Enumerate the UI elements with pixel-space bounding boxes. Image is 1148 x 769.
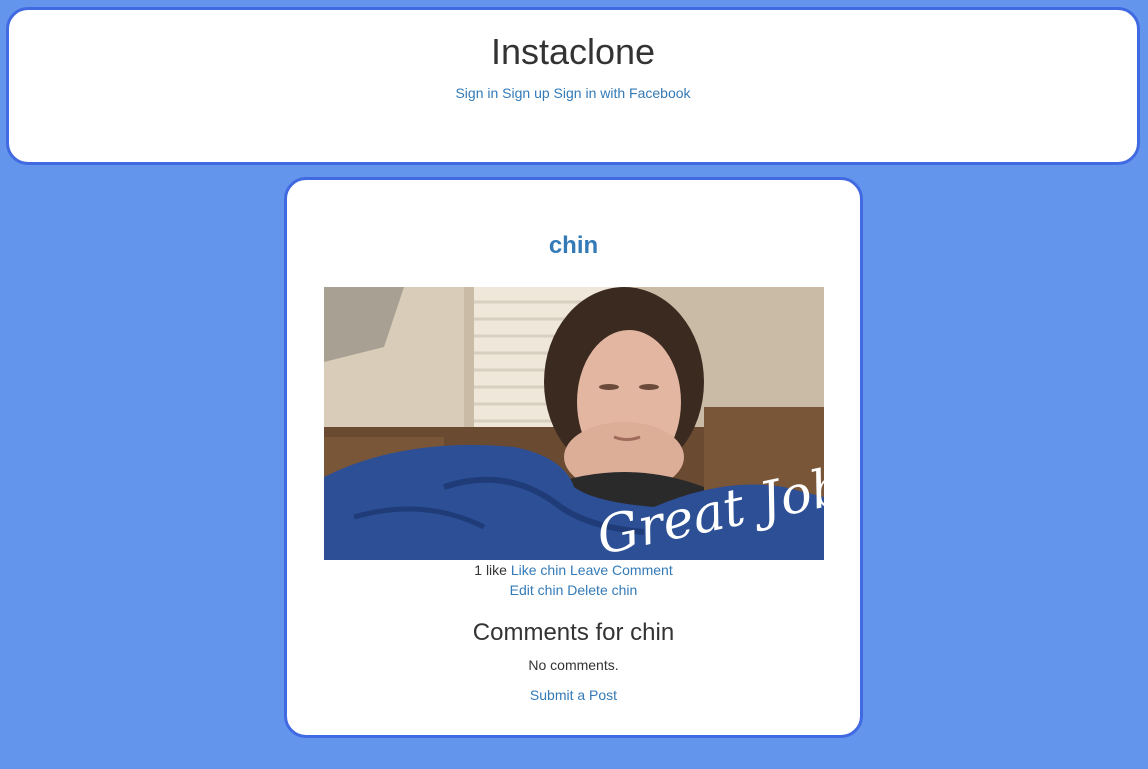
post-title-link[interactable]: chin <box>287 180 860 261</box>
site-header: Instaclone Sign in Sign up Sign in with … <box>6 7 1140 165</box>
post-photo: Great Job! <box>323 287 824 560</box>
no-comments-text: No comments. <box>528 657 619 673</box>
post-owner-actions-row: Edit chin Delete chin <box>287 580 860 600</box>
post-card: chin Great Job! 1 like Like chin Leave C… <box>284 177 863 738</box>
like-link[interactable]: Like chin <box>511 562 566 578</box>
likes-count: 1 like <box>474 562 507 578</box>
comments-heading: Comments for chin <box>472 619 675 646</box>
delete-post-link[interactable]: Delete chin <box>567 582 637 598</box>
post-actions-row: 1 like Like chin Leave Comment <box>287 560 860 580</box>
site-title: Instaclone <box>490 31 656 72</box>
submit-post-link[interactable]: Submit a Post <box>530 687 617 703</box>
auth-nav: Sign in Sign up Sign in with Facebook <box>9 83 1137 103</box>
post-title[interactable]: chin <box>549 232 598 259</box>
sign-in-link[interactable]: Sign in <box>455 85 498 101</box>
leave-comment-link[interactable]: Leave Comment <box>570 562 673 578</box>
edit-post-link[interactable]: Edit chin <box>510 582 564 598</box>
sign-up-link[interactable]: Sign up <box>502 85 549 101</box>
sign-in-facebook-link[interactable]: Sign in with Facebook <box>554 85 691 101</box>
